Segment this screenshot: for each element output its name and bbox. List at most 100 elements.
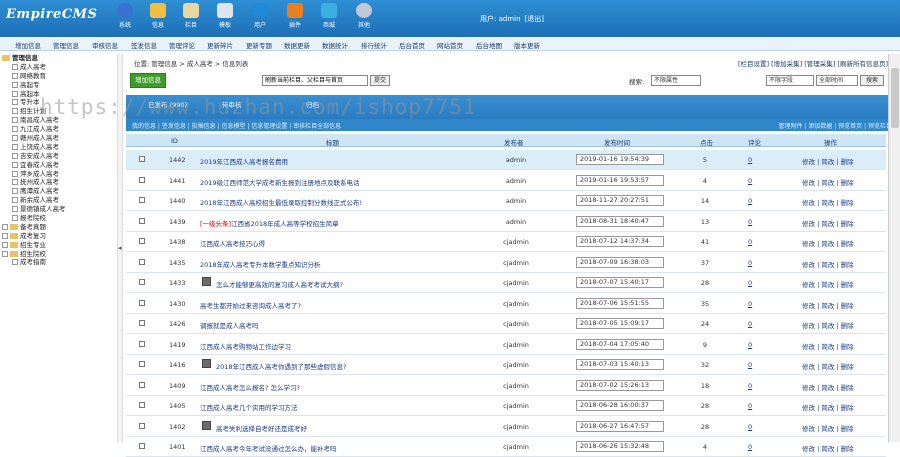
row-title-link[interactable]: 江西成人高考几个实用的学习方法 [200, 402, 298, 412]
row-time-field[interactable]: 2018-06-27 16:47:57 [576, 420, 664, 432]
row-ops[interactable]: 修改 | 简改 | 删除 [802, 279, 854, 289]
menu-manage-info[interactable]: 管理信息 [53, 40, 79, 50]
row-time-field[interactable]: 2018-07-09 16:38:03 [576, 256, 664, 268]
menu-site-home[interactable]: 网站首页 [437, 40, 463, 50]
tree-item[interactable]: 景德镇成人高考 [0, 205, 117, 214]
tree-item[interactable]: 报考院校 [0, 214, 117, 223]
row-checkbox[interactable] [139, 176, 145, 183]
tree-item-last[interactable]: 成考指南 [0, 258, 117, 267]
row-title-link[interactable]: 2018年江西成人高考你遇到了那些虚假信息? [216, 361, 347, 371]
expand-icon[interactable] [2, 232, 8, 239]
row-time-field[interactable]: 2018-07-07 15:40:17 [576, 277, 664, 288]
tree-item[interactable]: 网络教育 [0, 72, 117, 81]
table-row[interactable]: 1439 [一级头条]江西省2018年成人高等学校招生简章 admin 2018-08… [126, 212, 886, 232]
tree-folder[interactable]: 成考复习 [0, 232, 117, 241]
row-title-link[interactable]: 江西成人高考怎么报名? 怎么学习? [200, 382, 300, 392]
col-time[interactable]: 发布时间 [604, 137, 630, 147]
table-row[interactable]: 1438 江西成人高考技巧心得 cjadmin 2018-07-12 14:37:34… [126, 232, 886, 252]
toolbar-column[interactable]: 栏目 [176, 3, 206, 29]
tree-item[interactable]: 鹰潭成人高考 [0, 187, 117, 196]
row-ops[interactable]: 修改 | 简改 | 删除 [802, 423, 854, 433]
tree-item[interactable]: 九江成人高考 [0, 125, 117, 134]
row-title-link[interactable]: 高考失利选择自考好还是成考好 [216, 423, 307, 433]
time-select[interactable]: 全部时间 [816, 75, 858, 86]
table-row[interactable]: 1405 江西成人高考几个实用的学习方法 cjadmin 2018-06-28 16:… [126, 396, 886, 416]
row-comments-link[interactable]: 0 [748, 197, 752, 205]
row-comments-link[interactable]: 0 [748, 300, 752, 308]
row-time-field[interactable]: 2018-11-27 20:27:51 [576, 195, 664, 206]
row-comments-link[interactable]: 0 [748, 361, 752, 369]
row-time-field[interactable]: 2018-07-03 15:40:13 [576, 359, 664, 370]
row-ops[interactable]: 修改 | 简改 | 删除 [802, 341, 854, 351]
toolbar-plugin[interactable]: 插件 [280, 3, 310, 29]
row-title-link[interactable]: 2018年成人高考专升本数学重点知识分析 [200, 259, 321, 269]
table-row[interactable]: 1435 2018年成人高考专升本数学重点知识分析 cjadmin 2018-07-0… [126, 253, 886, 273]
row-checkbox[interactable] [139, 320, 145, 326]
row-checkbox[interactable] [139, 238, 145, 244]
menu-data-stats[interactable]: 数据统计 [322, 40, 348, 50]
toolbar-user[interactable]: 用户 [245, 3, 275, 29]
right-links[interactable]: [栏目设置] [增加采集] [管理采集] [刷新所有信息页] [738, 58, 888, 68]
row-checkbox[interactable] [139, 279, 145, 285]
row-ops[interactable]: 修改 | 简改 | 删除 [802, 361, 854, 371]
add-info-button[interactable]: 增加信息 [130, 73, 166, 88]
tree-item[interactable]: 上饶成人高考 [0, 143, 117, 152]
row-ops[interactable]: 修改 | 简改 | 删除 [802, 443, 854, 453]
col-clicks[interactable]: 点击 [700, 137, 713, 147]
row-title-link[interactable]: 高考生都开始过来咨询成人高考了? [200, 300, 301, 310]
row-ops[interactable]: 修改 | 简改 | 删除 [802, 300, 854, 310]
toolbar-system[interactable]: 系统 [110, 3, 140, 29]
row-title-link[interactable]: [一级头条]江西省2018年成人高等学校招生简章 [200, 218, 339, 228]
row-comments-link[interactable]: 0 [748, 423, 752, 431]
table-row[interactable]: 1442 2019年江西成人高考报名费用 admin 2019-01-16 19:54… [126, 150, 886, 170]
toolbar-info[interactable]: 信息 [143, 3, 173, 29]
menu-rank-stats[interactable]: 排行统计 [361, 40, 387, 50]
row-checkbox[interactable] [139, 197, 145, 203]
logout-link[interactable]: [退出] [525, 15, 544, 23]
menu-admin-home[interactable]: 后台首页 [399, 40, 425, 50]
row-checkbox[interactable] [139, 381, 145, 388]
subbar-left-links[interactable]: 我的信息 | 签发信息 | 投稿信息 | 信息模型 | 信息管理设置 | 审核栏… [132, 121, 341, 130]
tree-item[interactable]: 成人高考 [0, 63, 117, 72]
row-checkbox[interactable] [139, 361, 145, 367]
row-time-field[interactable]: 2018-08-31 18:40:47 [576, 215, 664, 227]
row-title-link[interactable]: 江西成人高考购物站工作边学习 [200, 341, 291, 351]
row-comments-link[interactable]: 0 [748, 156, 752, 164]
row-title-link[interactable]: 2019年江西成人高考报名费用 [200, 156, 288, 166]
row-title-link[interactable]: 调报就是成人高考吗 [200, 320, 259, 330]
table-row[interactable]: 1430 高考生都开始过来咨询成人高考了? cjadmin 2018-07-06 15… [126, 294, 886, 314]
table-row[interactable]: 1416 2018年江西成人高考你遇到了那些虚假信息? cjadmin 2018-07… [126, 355, 886, 375]
row-checkbox[interactable] [139, 422, 145, 429]
row-time-field[interactable]: 2018-06-26 15:32:48 [576, 441, 664, 452]
menu-audit-info[interactable]: 审核信息 [92, 40, 118, 50]
expand-icon[interactable] [2, 241, 8, 248]
table-row[interactable]: 1402 高考失利选择自考好还是成考好 cjadmin 2018-06-27 16:4… [126, 417, 886, 437]
row-ops[interactable]: 修改 | 简改 | 删除 [802, 382, 854, 392]
row-checkbox[interactable] [139, 299, 145, 306]
menu-version-update[interactable]: 版本更新 [514, 40, 540, 50]
row-title-link[interactable]: 2019级江西师范大学成考新生报到注册地点及联系电话 [200, 177, 360, 187]
menu-data-update[interactable]: 数据更新 [284, 40, 310, 50]
tree-folder[interactable]: 招生院校 [0, 250, 117, 259]
search-button[interactable]: 搜索 [860, 75, 884, 86]
tree-item[interactable]: 新余成人高考 [0, 196, 117, 205]
col-comments[interactable]: 评论 [748, 137, 761, 147]
refresh-select[interactable]: 刷新当前栏目、父栏目与首页 [262, 75, 368, 86]
row-comments-link[interactable]: 0 [748, 279, 752, 287]
tree-item[interactable]: 赣州成人高考 [0, 134, 117, 143]
row-comments-link[interactable]: 0 [748, 402, 752, 410]
menu-manage-comment[interactable]: 管理评论 [169, 40, 195, 50]
row-checkbox[interactable] [139, 258, 145, 265]
row-comments-link[interactable]: 0 [748, 382, 752, 390]
table-row[interactable]: 1441 2019级江西师范大学成考新生报到注册地点及联系电话 admin 2019-… [126, 171, 886, 191]
row-title-link[interactable]: 江西成人高考技巧心得 [200, 238, 265, 248]
row-checkbox[interactable] [139, 443, 145, 449]
submit-button[interactable]: 提交 [370, 75, 390, 86]
row-time-field[interactable]: 2018-07-02 15:26:13 [576, 379, 664, 391]
row-title-link[interactable]: 怎么才能够更高效的复习成人高考考试大纲? [216, 279, 343, 289]
attr-select[interactable]: 不限属性 [651, 75, 701, 86]
row-ops[interactable]: 修改 | 简改 | 删除 [802, 218, 854, 228]
row-checkbox[interactable] [139, 156, 145, 162]
menu-update-topic[interactable]: 更新专题 [246, 40, 272, 50]
row-comments-link[interactable]: 0 [748, 177, 752, 185]
